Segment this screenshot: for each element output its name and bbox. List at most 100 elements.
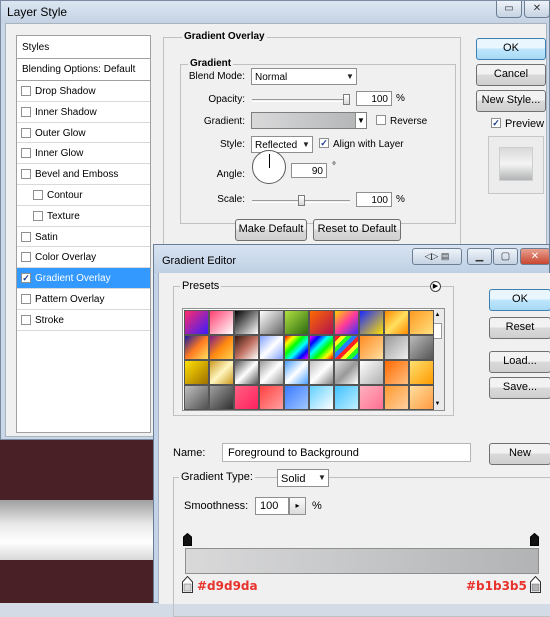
preset-swatch[interactable]	[359, 310, 384, 335]
gradient-editor-maximize-button[interactable]: ▢	[493, 248, 518, 265]
chevron-down-icon[interactable]: ▼	[355, 113, 366, 128]
preset-swatch[interactable]	[309, 360, 334, 385]
preset-swatch[interactable]	[309, 385, 334, 410]
preset-swatch[interactable]	[334, 385, 359, 410]
effect-checkbox[interactable]	[21, 86, 31, 96]
preset-swatch[interactable]	[259, 360, 284, 385]
smoothness-input[interactable]: 100	[255, 497, 289, 515]
layer-style-close-button[interactable]: ✕	[524, 1, 550, 18]
gradient-type-select[interactable]: Solid ▼	[277, 469, 329, 487]
effect-checkbox[interactable]	[21, 293, 31, 304]
preset-swatch[interactable]	[184, 360, 209, 385]
preset-swatch[interactable]	[184, 310, 209, 335]
effect-item-satin[interactable]: Satin	[17, 227, 150, 248]
effect-checkbox[interactable]	[33, 189, 43, 200]
effect-item-drop-shadow[interactable]: Drop Shadow	[17, 81, 150, 102]
preset-swatch[interactable]	[384, 310, 409, 335]
scroll-thumb[interactable]	[433, 323, 442, 339]
reset-to-default-button[interactable]: Reset to Default	[313, 219, 401, 241]
effect-item-color-overlay[interactable]: Color Overlay	[17, 247, 150, 269]
preset-swatch[interactable]	[309, 335, 334, 360]
preset-swatch[interactable]	[284, 360, 309, 385]
preset-swatch[interactable]	[334, 310, 359, 335]
preset-swatch[interactable]	[384, 360, 409, 385]
align-layer-checkbox[interactable]: ✓	[319, 138, 329, 148]
preset-swatch[interactable]	[234, 310, 259, 335]
scale-slider-thumb[interactable]	[297, 195, 305, 206]
effect-item-inner-glow[interactable]: Inner Glow	[17, 143, 150, 165]
gradient-preview-bar[interactable]	[185, 548, 539, 574]
preset-swatch[interactable]	[209, 360, 234, 385]
scroll-down-icon[interactable]: ▼	[433, 401, 442, 407]
preset-swatch[interactable]	[409, 335, 434, 360]
opacity-input[interactable]: 100	[356, 91, 392, 106]
effect-item-contour[interactable]: Contour	[17, 185, 150, 206]
make-default-button[interactable]: Make Default	[235, 219, 307, 241]
ge-reset-button[interactable]: Reset	[489, 317, 550, 339]
effect-checkbox[interactable]	[21, 169, 31, 180]
effect-item-outer-glow[interactable]: Outer Glow	[17, 123, 150, 144]
layer-style-minimize-button[interactable]: ▭	[496, 1, 522, 18]
effect-checkbox[interactable]	[21, 127, 31, 138]
preset-swatch[interactable]	[259, 385, 284, 410]
opacity-slider[interactable]	[252, 99, 350, 102]
blending-options-item[interactable]: Blending Options: Default	[17, 59, 150, 81]
style-select[interactable]: Reflected ▼	[251, 136, 313, 153]
effect-item-stroke[interactable]: Stroke	[17, 310, 150, 331]
ge-new-button[interactable]: New	[489, 443, 550, 465]
angle-dial[interactable]	[252, 150, 286, 184]
ge-ok-button[interactable]: OK	[489, 289, 550, 311]
new-style-button[interactable]: New Style...	[476, 90, 546, 112]
effect-checkbox[interactable]	[21, 231, 31, 242]
gradient-editor-close-button[interactable]: ✕	[520, 248, 550, 265]
effect-item-bevel-and-emboss[interactable]: Bevel and Emboss	[17, 164, 150, 185]
preset-swatch[interactable]	[234, 385, 259, 410]
ok-button[interactable]: OK	[476, 38, 546, 60]
preset-swatch[interactable]	[259, 310, 284, 335]
preset-swatch[interactable]	[409, 310, 434, 335]
effect-checkbox[interactable]	[21, 314, 31, 325]
preset-swatch[interactable]	[209, 385, 234, 410]
preset-swatch[interactable]	[234, 335, 259, 360]
preset-swatch[interactable]	[209, 310, 234, 335]
angle-input[interactable]: 90	[291, 163, 327, 178]
preset-swatch[interactable]	[334, 360, 359, 385]
effect-checkbox[interactable]	[21, 252, 31, 263]
preset-swatch[interactable]	[384, 385, 409, 410]
gradient-swatch[interactable]: ▼	[251, 112, 367, 129]
preset-swatch[interactable]	[234, 360, 259, 385]
ge-save-button[interactable]: Save...	[489, 377, 550, 399]
preset-swatch[interactable]	[184, 335, 209, 360]
scroll-up-icon[interactable]: ▲	[433, 312, 442, 318]
ge-load-button[interactable]: Load...	[489, 351, 550, 373]
effect-checkbox[interactable]	[33, 210, 43, 221]
effect-item-inner-shadow[interactable]: Inner Shadow	[17, 102, 150, 123]
gradient-name-input[interactable]: Foreground to Background	[222, 443, 471, 462]
effect-item-gradient-overlay[interactable]: ✓ Gradient Overlay	[17, 268, 150, 289]
reverse-checkbox[interactable]	[376, 115, 386, 125]
smoothness-stepper[interactable]: ▸	[289, 497, 306, 515]
preset-swatch[interactable]	[359, 385, 384, 410]
preset-swatch[interactable]	[309, 310, 334, 335]
gradient-editor-minimize-button[interactable]: ▁	[467, 248, 492, 265]
blend-mode-select[interactable]: Normal ▼	[251, 68, 357, 85]
effect-checkbox[interactable]: ✓	[21, 273, 31, 284]
preset-swatch[interactable]	[409, 360, 434, 385]
effect-item-pattern-overlay[interactable]: Pattern Overlay	[17, 289, 150, 310]
preset-swatch[interactable]	[284, 335, 309, 360]
panel-controls[interactable]: ◁▷ ▤	[412, 248, 462, 265]
opacity-stop-left[interactable]	[183, 533, 192, 546]
preset-swatch[interactable]	[259, 335, 284, 360]
preset-swatch[interactable]	[359, 335, 384, 360]
color-stop-left[interactable]	[182, 576, 193, 593]
preview-checkbox[interactable]: ✓	[491, 118, 501, 128]
preset-swatch[interactable]	[284, 385, 309, 410]
preset-swatch[interactable]	[409, 385, 434, 410]
cancel-button[interactable]: Cancel	[476, 64, 546, 86]
styles-header[interactable]: Styles	[17, 36, 150, 59]
color-stop-right[interactable]	[530, 576, 541, 593]
flyout-menu-icon[interactable]: ▶	[430, 281, 441, 292]
preset-swatch[interactable]	[284, 310, 309, 335]
preset-swatch[interactable]	[359, 360, 384, 385]
preset-swatch[interactable]	[184, 385, 209, 410]
